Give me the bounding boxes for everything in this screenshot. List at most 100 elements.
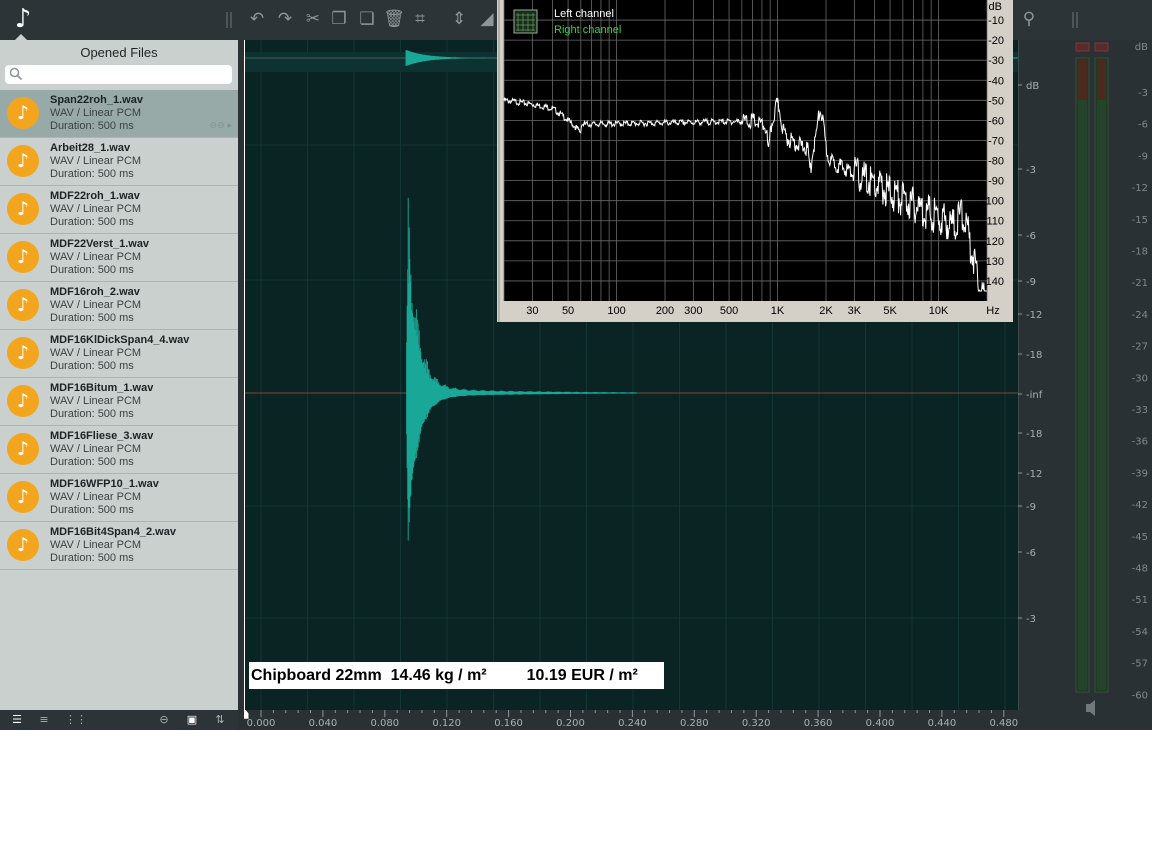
normalize-icon[interactable]: ⇕ bbox=[448, 8, 470, 30]
meter-label: -51 bbox=[1132, 595, 1148, 606]
meter-label: -42 bbox=[1132, 500, 1148, 511]
file-format: WAV / Linear PCM bbox=[50, 491, 142, 503]
file-duration: Duration: 500 ms bbox=[50, 360, 134, 372]
volume-icon[interactable] bbox=[1086, 700, 1095, 716]
music-file-icon: ♪ bbox=[7, 289, 39, 321]
db-scale-label: -12 bbox=[1026, 310, 1042, 321]
item-options-icon[interactable]: ⊖⊖ ▸ bbox=[210, 121, 232, 131]
file-item[interactable]: ♪ Span22roh_1.wav WAV / Linear PCM Duration… bbox=[0, 90, 238, 138]
db-scale-label: -6 bbox=[1026, 548, 1036, 559]
panel-title: Opened Files bbox=[80, 45, 158, 60]
compact-view-icon[interactable]: ≡ bbox=[37, 713, 51, 727]
amplitude-scale: dB -3 -6 -9 -12 -18 -inf -18 -12 -9 -6 -3 bbox=[1017, 40, 1068, 710]
clip-indicator-right[interactable] bbox=[1094, 42, 1109, 52]
meter-label: -36 bbox=[1132, 437, 1148, 448]
clip-indicator-left[interactable] bbox=[1075, 42, 1090, 52]
file-duration: Duration: 500 ms bbox=[50, 504, 134, 516]
copy-icon[interactable]: ❐ bbox=[328, 8, 350, 30]
undo-icon[interactable]: ↶ bbox=[246, 8, 268, 30]
music-note-logo-icon[interactable]: ♪ bbox=[8, 4, 38, 34]
spectrum-y-tick: -30 bbox=[988, 55, 1004, 67]
sort-icon[interactable]: ⇅ bbox=[213, 713, 227, 727]
db-scale-label: -6 bbox=[1026, 231, 1036, 242]
time-ruler[interactable]: 0.000 0.040 0.080 0.120 0.160 0.200 0.240 0.280… bbox=[239, 708, 1018, 730]
spectrum-y-tick: -20 bbox=[988, 35, 1004, 47]
music-file-icon: ♪ bbox=[7, 433, 39, 465]
spectrum-x-tick: 200 bbox=[656, 305, 674, 317]
image-icon[interactable]: ▣ bbox=[185, 713, 199, 727]
link-icon[interactable]: ⊖ bbox=[157, 713, 171, 727]
file-format: WAV / Linear PCM bbox=[50, 251, 142, 263]
file-name: MDF16Fliese_3.wav bbox=[50, 430, 154, 442]
file-item[interactable]: ♪ MDF22roh_1.wav WAV / Linear PCM Duration:… bbox=[0, 186, 238, 234]
cut-icon[interactable]: ✂ bbox=[302, 8, 324, 30]
meter-label: -57 bbox=[1132, 659, 1148, 670]
list-view-icon[interactable]: ☰ bbox=[10, 713, 24, 727]
file-format: WAV / Linear PCM bbox=[50, 443, 142, 455]
spectrum-y-tick: -90 bbox=[988, 176, 1004, 188]
spectrum-x-unit: Hz bbox=[986, 305, 999, 317]
file-name: Span22roh_1.wav bbox=[50, 94, 143, 106]
meter-label: -3 bbox=[1138, 88, 1148, 99]
file-format: WAV / Linear PCM bbox=[50, 299, 142, 311]
file-item[interactable]: ♪ Arbeit28_1.wav WAV / Linear PCM Duration:… bbox=[0, 138, 238, 186]
file-format: WAV / Linear PCM bbox=[50, 347, 142, 359]
file-item[interactable]: ♪ MDF16Bit4Span4_2.wav WAV / Linear PCM Dur… bbox=[0, 522, 238, 570]
file-duration: Duration: 500 ms bbox=[50, 168, 134, 180]
meter-bar-right bbox=[1094, 57, 1109, 693]
spectrum-y-tick: -80 bbox=[988, 156, 1004, 168]
spectrum-y-tick: -120 bbox=[982, 236, 1004, 248]
music-file-icon: ♪ bbox=[7, 337, 39, 369]
file-name: Arbeit28_1.wav bbox=[50, 142, 131, 154]
file-item[interactable]: ♪ MDF16roh_2.wav WAV / Linear PCM Duration:… bbox=[0, 282, 238, 330]
file-duration: Duration: 500 ms bbox=[50, 312, 134, 324]
file-name: MDF22Verst_1.wav bbox=[50, 238, 150, 250]
settings-wrench-icon[interactable]: ⚲ bbox=[1018, 8, 1040, 30]
meter-label: -27 bbox=[1132, 342, 1148, 353]
meter-label: -45 bbox=[1132, 532, 1148, 543]
file-item[interactable]: ♪ MDF16Fliese_3.wav WAV / Linear PCM Durati… bbox=[0, 426, 238, 474]
delete-icon[interactable]: 🗑 bbox=[383, 8, 405, 30]
spectrum-y-tick: -140 bbox=[982, 276, 1004, 288]
file-name: MDF16WFP10_1.wav bbox=[50, 478, 159, 490]
redo-icon[interactable]: ↷ bbox=[274, 8, 296, 30]
spectrum-settings-icon[interactable] bbox=[513, 9, 538, 34]
file-duration: Duration: 500 ms bbox=[50, 120, 134, 132]
file-format: WAV / Linear PCM bbox=[50, 107, 142, 119]
file-format: WAV / Linear PCM bbox=[50, 395, 142, 407]
file-duration: Duration: 500 ms bbox=[50, 264, 134, 276]
music-file-icon: ♪ bbox=[7, 529, 39, 561]
meter-label: -12 bbox=[1132, 183, 1148, 194]
spectrum-analyzer-window[interactable]: dB -10 -20 -30 -40 -50 -60 -70 -80 -90 -100 -110 -12… bbox=[497, 0, 1013, 322]
spectrum-x-tick: 3K bbox=[848, 305, 862, 317]
time-label: 0.320 bbox=[742, 718, 771, 729]
music-file-icon: ♪ bbox=[7, 97, 39, 129]
file-item[interactable]: ♪ MDF16Bitum_1.wav WAV / Linear PCM Duratio… bbox=[0, 378, 238, 426]
db-scale-label: dB bbox=[1026, 81, 1039, 92]
time-label: 0.400 bbox=[866, 718, 895, 729]
file-duration: Duration: 500 ms bbox=[50, 216, 134, 228]
file-item[interactable]: ♪ MDF16WFP10_1.wav WAV / Linear PCM Duratio… bbox=[0, 474, 238, 522]
playhead-marker[interactable] bbox=[239, 708, 249, 719]
file-duration: Duration: 500 ms bbox=[50, 408, 134, 420]
file-list: ♪ Span22roh_1.wav WAV / Linear PCM Duration… bbox=[0, 90, 238, 570]
file-item[interactable]: ♪ MDF16KlDickSpan4_4.wav WAV / Linear PCM D… bbox=[0, 330, 238, 378]
paste-icon[interactable]: ❏ bbox=[356, 8, 378, 30]
meter-unit: dB bbox=[1135, 42, 1148, 53]
file-item[interactable]: ♪ MDF22Verst_1.wav WAV / Linear PCM Duratio… bbox=[0, 234, 238, 282]
meter-label: -60 bbox=[1132, 690, 1148, 701]
grid-view-icon[interactable]: ⋮⋮ bbox=[65, 713, 87, 727]
db-scale-label: -3 bbox=[1026, 614, 1036, 625]
search-box bbox=[5, 65, 232, 84]
time-label: 0.040 bbox=[309, 718, 338, 729]
meter-label: -24 bbox=[1132, 310, 1148, 321]
music-file-icon: ♪ bbox=[7, 481, 39, 513]
meter-bar-left bbox=[1075, 57, 1090, 693]
fade-icon[interactable]: ◢ bbox=[476, 8, 498, 30]
time-label: 0.360 bbox=[804, 718, 833, 729]
time-label: 0.440 bbox=[928, 718, 957, 729]
crop-icon[interactable]: ⌗ bbox=[409, 8, 431, 30]
meter-label: -18 bbox=[1132, 247, 1148, 258]
file-duration: Duration: 500 ms bbox=[50, 456, 134, 468]
search-input[interactable] bbox=[27, 66, 231, 84]
